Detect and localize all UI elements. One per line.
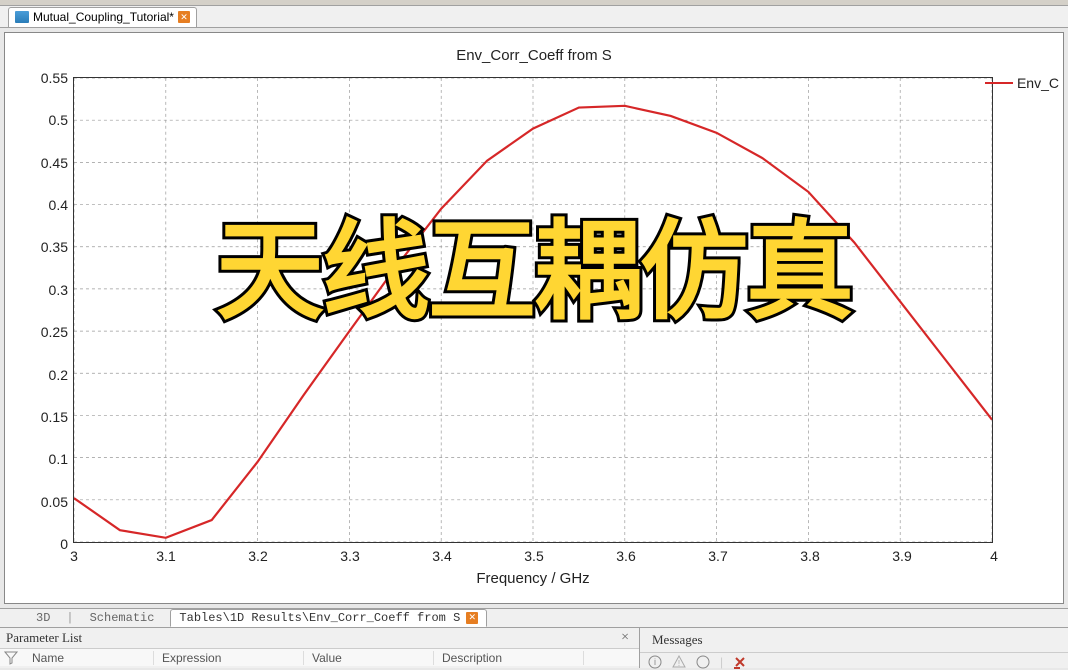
close-icon[interactable]: ×: [617, 630, 633, 646]
svg-text:!: !: [678, 659, 680, 668]
col-expression[interactable]: Expression: [154, 651, 304, 665]
param-columns: Name Expression Value Description: [0, 648, 639, 666]
x-tick-label: 3.7: [708, 548, 727, 564]
document-tab-bar: Mutual_Coupling_Tutorial* ✕: [0, 6, 1068, 28]
panel-title-text: Messages: [646, 630, 709, 650]
x-tick-label: 3.6: [616, 548, 635, 564]
clear-icon[interactable]: [733, 655, 747, 669]
close-icon[interactable]: ✕: [466, 612, 478, 624]
y-tick-label: 0.05: [41, 494, 68, 510]
legend[interactable]: Env_C: [985, 75, 1059, 91]
tab-schematic[interactable]: Schematic: [74, 609, 171, 627]
parameter-list-panel: Parameter List × Name Expression Value D…: [0, 628, 640, 668]
bottom-panels: Parameter List × Name Expression Value D…: [0, 628, 1068, 668]
info-icon[interactable]: i: [648, 655, 662, 669]
tab-3d[interactable]: 3D: [20, 609, 66, 627]
x-tick-label: 3.1: [156, 548, 175, 564]
x-tick-label: 4: [990, 548, 998, 564]
col-value[interactable]: Value: [304, 651, 434, 665]
panel-title-text: Parameter List: [6, 630, 82, 646]
y-tick-label: 0.4: [49, 197, 68, 213]
tab-results-label: Tables\1D Results\Env_Corr_Coeff from S: [179, 611, 460, 625]
info-circle-icon[interactable]: [696, 655, 710, 669]
cst-file-icon: [15, 11, 29, 23]
tab-separator: |: [66, 611, 73, 625]
plot-title: Env_Corr_Coeff from S: [5, 33, 1063, 64]
legend-swatch: [985, 82, 1013, 84]
view-tab-bar: 3D | Schematic Tables\1D Results\Env_Cor…: [0, 608, 1068, 628]
x-tick-label: 3.4: [432, 548, 451, 564]
overlay-caption: 天线互耦仿真: [216, 185, 852, 341]
y-tick-label: 0.55: [41, 70, 68, 86]
x-tick-label: 3.3: [340, 548, 359, 564]
y-tick-label: 0: [60, 536, 68, 552]
svg-text:i: i: [654, 657, 656, 667]
tab-results-active[interactable]: Tables\1D Results\Env_Corr_Coeff from S …: [170, 609, 487, 627]
y-tick-label: 0.25: [41, 324, 68, 340]
message-filter-icons: i ! |: [640, 652, 1068, 670]
x-tick-label: 3.5: [524, 548, 543, 564]
y-tick-label: 0.45: [41, 155, 68, 171]
warning-icon[interactable]: !: [672, 655, 686, 669]
y-tick-label: 0.2: [49, 367, 68, 383]
tab-label: Mutual_Coupling_Tutorial*: [33, 10, 174, 24]
x-tick-label: 3: [70, 548, 78, 564]
col-description[interactable]: Description: [434, 651, 584, 665]
y-tick-label: 0.3: [49, 282, 68, 298]
legend-label: Env_C: [1017, 75, 1059, 91]
y-tick-label: 0.1: [49, 451, 68, 467]
close-icon[interactable]: ✕: [178, 11, 190, 23]
x-axis-label: Frequency / GHz: [476, 570, 589, 587]
y-tick-label: 0.15: [41, 409, 68, 425]
x-tick-label: 3.2: [248, 548, 267, 564]
messages-panel: Messages i ! |: [640, 628, 1068, 668]
col-name[interactable]: Name: [24, 651, 154, 665]
y-tick-label: 0.35: [41, 239, 68, 255]
x-tick-label: 3.8: [800, 548, 819, 564]
document-tab[interactable]: Mutual_Coupling_Tutorial* ✕: [8, 7, 197, 27]
y-tick-label: 0.5: [49, 112, 68, 128]
filter-icon[interactable]: [4, 651, 18, 665]
x-tick-label: 3.9: [892, 548, 911, 564]
